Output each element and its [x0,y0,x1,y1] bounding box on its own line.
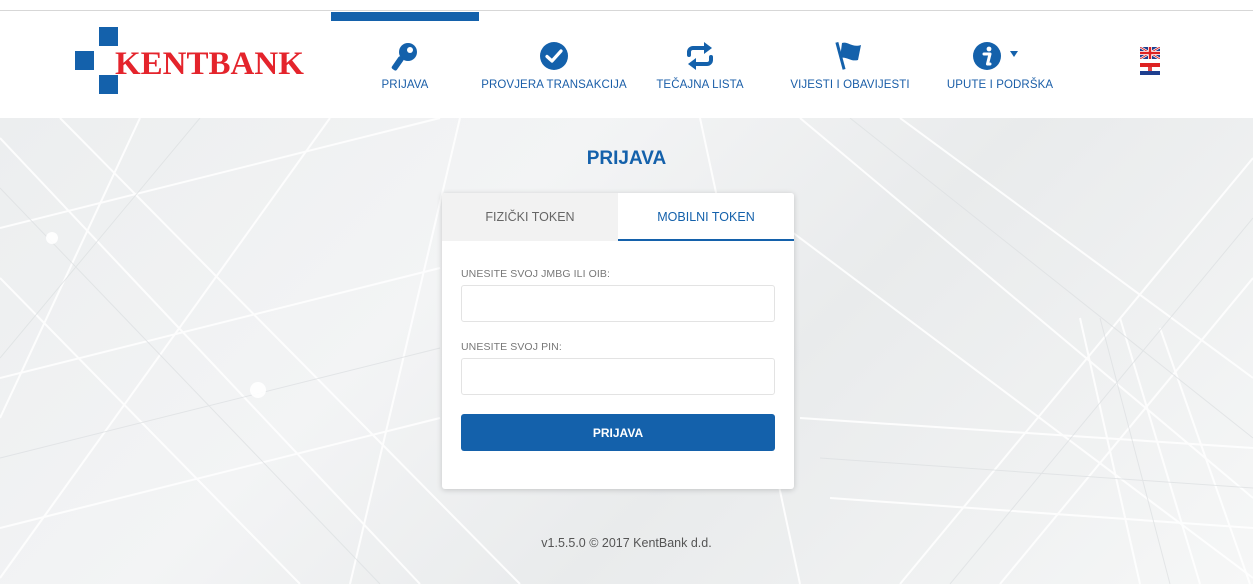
nav-item-upute-i-podrska[interactable]: UPUTE I PODRŠKA [935,0,1065,118]
nav-label: UPUTE I PODRŠKA [946,79,1054,91]
token-tabs: FIZIČKI TOKEN MOBILNI TOKEN [442,193,794,241]
login-card: FIZIČKI TOKEN MOBILNI TOKEN UNESITE SVOJ… [442,193,794,489]
nav-item-provjera-transakcija[interactable]: PROVJERA TRANSAKCIJA [480,0,628,118]
page-title: PRIJAVA [586,148,667,169]
header: KENTBANK PRIJAVA PROVJERA TRANSAKCIJA TE… [0,0,1253,118]
nav-item-vijesti-i-obavijesti[interactable]: VIJESTI I OBAVIJESTI [780,0,920,118]
language-hr[interactable] [1140,63,1160,75]
chevron-down-icon [1009,51,1018,57]
exchange-arrows-icon [687,42,713,70]
jmbg-oib-input[interactable] [461,285,775,322]
hero-background: PRIJAVA FIZIČKI TOKEN MOBILNI TOKEN UNES… [0,118,1253,584]
tab-fizicki-token[interactable]: FIZIČKI TOKEN [442,193,618,241]
id-field-label: UNESITE SVOJ JMBG ILI OIB: [461,268,611,280]
pin-field-label: UNESITE SVOJ PIN: [461,341,562,353]
flag-icon [835,41,861,70]
croatia-flag-icon [1140,63,1160,75]
info-icon [972,42,1018,70]
login-submit-button[interactable]: PRIJAVA [461,414,775,451]
key-icon [391,43,417,71]
pin-input[interactable] [461,358,775,395]
main-nav: PRIJAVA PROVJERA TRANSAKCIJA TEČAJNA LIS… [0,0,1253,118]
nav-label: PROVJERA TRANSAKCIJA [481,79,627,91]
nav-label: PRIJAVA [381,79,429,91]
nav-item-prijava[interactable]: PRIJAVA [331,0,479,118]
nav-active-indicator [331,12,479,21]
uk-flag-icon [1140,47,1160,59]
footer-version-copyright: v1.5.5.0 © 2017 KentBank d.d. [541,536,712,550]
nav-item-tecajna-lista[interactable]: TEČAJNA LISTA [640,0,760,118]
nav-label: VIJESTI I OBAVIJESTI [790,79,910,91]
check-circle-icon [540,42,568,70]
language-en[interactable] [1140,47,1160,59]
nav-label: TEČAJNA LISTA [656,79,744,91]
tab-mobilni-token[interactable]: MOBILNI TOKEN [618,193,794,241]
